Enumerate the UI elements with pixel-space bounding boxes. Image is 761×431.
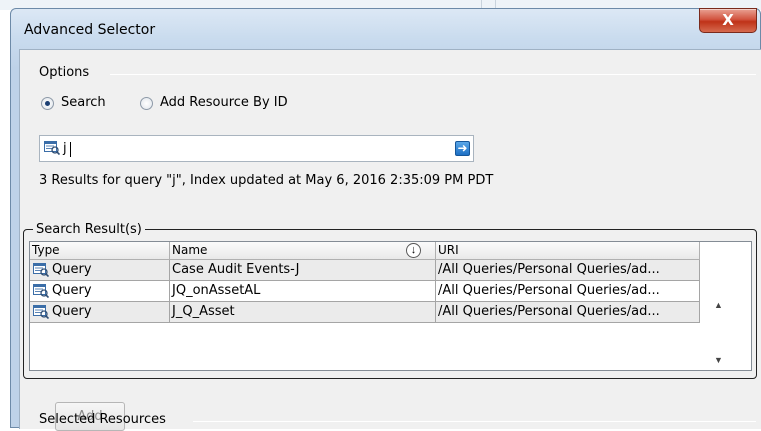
column-header-uri[interactable]: URI [436, 242, 700, 260]
column-header-name-label: Name [172, 243, 208, 257]
uri-cell: /All Queries/Personal Queries/ad... [436, 302, 700, 322]
search-results-title: Search Result(s) [33, 222, 145, 237]
results-table: Type Name ↓ URI Query Case Audit Events-… [29, 241, 752, 371]
add-by-id-radio-label[interactable]: Add Resource By ID [160, 95, 288, 110]
query-icon [44, 141, 60, 155]
selected-resources-title: Selected Resources [39, 412, 166, 427]
type-cell: Query [30, 281, 170, 301]
results-status: 3 Results for query "j", Index updated a… [39, 173, 494, 188]
title-bar[interactable]: Advanced Selector X [11, 8, 760, 41]
type-label: Query [52, 304, 92, 319]
query-icon [33, 284, 49, 298]
table-row[interactable]: Query J_Q_Asset /All Queries/Personal Qu… [30, 302, 700, 323]
uri-cell: /All Queries/Personal Queries/ad... [436, 260, 700, 280]
type-label: Query [52, 262, 92, 277]
search-input-value: j [63, 141, 67, 156]
search-radio-label[interactable]: Search [61, 95, 106, 110]
window-title: Advanced Selector [24, 22, 156, 38]
name-cell: J_Q_Asset [170, 302, 436, 322]
uri-cell: /All Queries/Personal Queries/ad... [436, 281, 700, 301]
column-header-name[interactable]: Name [170, 242, 436, 260]
scroll-down-arrow-icon[interactable]: ▼ [714, 355, 723, 365]
type-cell: Query [30, 260, 170, 280]
scroll-up-arrow-icon[interactable]: ▲ [714, 300, 723, 310]
search-radio[interactable] [41, 97, 54, 110]
search-input[interactable]: j ➜ [39, 135, 474, 162]
name-cell: JQ_onAssetAL [170, 281, 436, 301]
query-icon [33, 263, 49, 277]
search-go-button[interactable]: ➜ [455, 141, 470, 156]
column-header-type[interactable]: Type [30, 242, 170, 260]
table-row[interactable]: Query Case Audit Events-J /All Queries/P… [30, 260, 700, 281]
options-title: Options [39, 65, 90, 80]
close-icon: X [722, 11, 734, 29]
selected-resources-separator [193, 421, 756, 422]
text-caret [70, 142, 71, 157]
sort-down-icon[interactable]: ↓ [406, 243, 421, 258]
name-cell: Case Audit Events-J [170, 260, 436, 280]
type-cell: Query [30, 302, 170, 322]
options-separator [110, 74, 756, 75]
arrow-right-icon: ➜ [457, 141, 468, 155]
close-button[interactable]: X [699, 8, 757, 33]
dialog-body: Options Search Add Resource By ID j ➜ 3 … [19, 49, 761, 431]
add-by-id-radio[interactable] [140, 97, 153, 110]
advanced-selector-window: Advanced Selector X Options Search Add R… [10, 8, 761, 431]
query-icon [33, 305, 49, 319]
type-label: Query [52, 283, 92, 298]
table-row[interactable]: Query JQ_onAssetAL /All Queries/Personal… [30, 281, 700, 302]
